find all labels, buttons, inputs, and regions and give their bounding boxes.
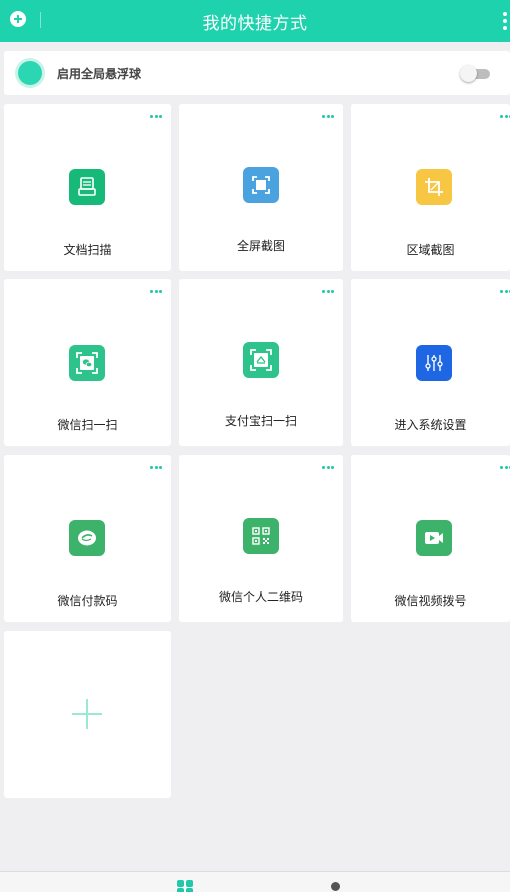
card-more-icon[interactable] [150,466,164,470]
top-app-bar: 我的快捷方式 [0,0,510,42]
qr-code-icon [243,518,279,554]
shortcut-label: 全屏截图 [236,239,285,253]
video-call-icon [416,520,452,556]
shortcut-label: 区域截图 [406,243,455,257]
floating-ball-setting: 启用全局悬浮球 [4,51,510,95]
card-more-icon[interactable] [500,466,510,470]
add-shortcut-card[interactable] [4,631,171,798]
card-more-icon[interactable] [322,115,336,119]
shortcuts-tab-icon[interactable] [177,880,195,892]
card-more-icon[interactable] [150,290,164,294]
settings-sliders-icon [416,345,452,381]
shortcut-card-wechat-pay[interactable]: 微信付款码 [4,455,171,622]
page-title: 我的快捷方式 [202,14,308,34]
floating-ball-toggle[interactable] [460,65,490,82]
card-more-icon[interactable] [322,290,336,294]
shortcut-card-wechat-video-call[interactable]: 微信视频拨号 [351,455,510,622]
shortcut-label: 微信视频拨号 [394,594,467,608]
alipay-scan-icon [243,342,279,378]
shortcut-label: 支付宝扫一扫 [224,414,297,428]
shortcut-card-wechat-qr[interactable]: 微信个人二维码 [179,455,343,622]
document-scan-icon [69,169,105,205]
shortcut-label: 微信付款码 [57,594,118,608]
card-more-icon[interactable] [322,466,336,470]
shortcut-card-alipay-scan[interactable]: 支付宝扫一扫 [179,279,343,446]
floating-ball-icon [18,61,42,85]
card-more-icon[interactable] [150,115,164,119]
floating-ball-label: 启用全局悬浮球 [57,67,142,81]
shortcut-label: 微信扫一扫 [57,418,118,432]
fullscreen-screenshot-icon [243,167,279,203]
shortcut-card-crop-screenshot[interactable]: 区域截图 [351,104,510,271]
shortcut-card-document-scan[interactable]: 文档扫描 [4,104,171,271]
shortcut-card-wechat-scan[interactable]: 微信扫一扫 [4,279,171,446]
more-menu-icon[interactable] [503,12,507,30]
shortcut-card-fullscreen-screenshot[interactable]: 全屏截图 [179,104,343,271]
card-more-icon[interactable] [500,115,510,119]
card-more-icon[interactable] [500,290,510,294]
shortcut-label: 微信个人二维码 [218,590,303,604]
shortcut-label: 进入系统设置 [394,418,467,432]
wechat-scan-icon [69,345,105,381]
shortcut-card-system-settings[interactable]: 进入系统设置 [351,279,510,446]
me-tab-icon[interactable] [331,882,340,891]
bottom-navigation [0,871,510,892]
wechat-pay-icon [69,520,105,556]
shortcut-label: 文档扫描 [63,243,112,257]
plus-icon [72,699,102,729]
crop-icon [416,169,452,205]
